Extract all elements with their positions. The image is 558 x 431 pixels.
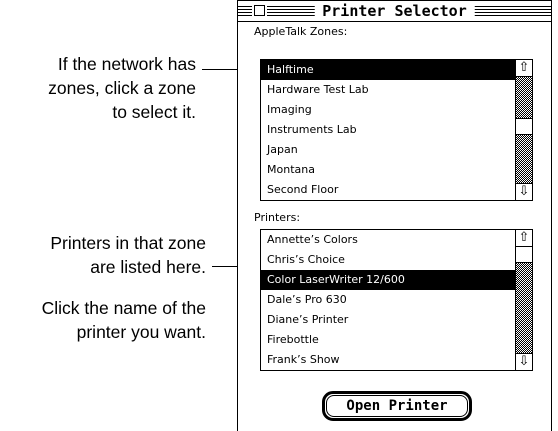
- zone-item-halftime[interactable]: Halftime: [261, 60, 515, 80]
- open-printer-label: Open Printer: [346, 398, 448, 414]
- callout-line: If the network has: [57, 54, 196, 74]
- zone-item[interactable]: Japan: [261, 140, 515, 160]
- zones-label: AppleTalk Zones:: [254, 25, 348, 38]
- callout-line: are listed here.: [90, 257, 206, 277]
- printer-item[interactable]: Annette’s Colors: [261, 230, 515, 250]
- printer-selector-window: Printer Selector AppleTalk Zones: Halfti…: [237, 0, 552, 431]
- title-bar[interactable]: Printer Selector: [238, 1, 551, 22]
- zone-item[interactable]: Hardware Test Lab: [261, 80, 515, 100]
- printers-list-items: Annette’s Colors Chris’s Choice Color La…: [261, 230, 515, 370]
- printer-item[interactable]: Dale’s Pro 630: [261, 290, 515, 310]
- zone-item[interactable]: Second Floor: [261, 180, 515, 200]
- printer-item[interactable]: Frank’s Show: [261, 350, 515, 370]
- callout-line: zones, click a zone: [48, 78, 196, 98]
- scroll-up-arrow-icon[interactable]: ⇧: [516, 60, 532, 77]
- window-title: Printer Selector: [314, 2, 475, 20]
- zone-item[interactable]: Montana: [261, 160, 515, 180]
- printer-item-selected[interactable]: Color LaserWriter 12/600: [261, 270, 515, 290]
- zones-scrollbar[interactable]: ⇧ ⇩: [515, 60, 532, 200]
- printers-scrollbar[interactable]: ⇧ ⇩: [515, 230, 532, 370]
- zones-list[interactable]: Halftime Hardware Test Lab Imaging Instr…: [260, 59, 533, 201]
- callout-line: Click the name of the: [41, 298, 206, 318]
- zones-list-items: Halftime Hardware Test Lab Imaging Instr…: [261, 60, 515, 200]
- printers-label: Printers:: [254, 211, 301, 224]
- printer-item[interactable]: Chris’s Choice: [261, 250, 515, 270]
- scroll-up-arrow-icon[interactable]: ⇧: [516, 230, 532, 247]
- scroll-down-arrow-icon[interactable]: ⇩: [516, 183, 532, 200]
- callout-line: printer you want.: [76, 322, 206, 342]
- printer-item[interactable]: Firebottle: [261, 330, 515, 350]
- click-name-callout: Click the name of the printer you want.: [0, 296, 206, 344]
- callout-line: to select it.: [112, 102, 196, 122]
- zones-callout: If the network has zones, click a zone t…: [0, 52, 196, 124]
- printers-in-zone-callout: Printers in that zone are listed here.: [0, 231, 206, 279]
- zone-item[interactable]: Instruments Lab: [261, 120, 515, 140]
- printers-list[interactable]: Annette’s Colors Chris’s Choice Color La…: [260, 229, 533, 371]
- zone-item[interactable]: Imaging: [261, 100, 515, 120]
- printers-scroll-thumb[interactable]: [516, 246, 532, 263]
- printer-item[interactable]: Diane’s Printer: [261, 310, 515, 330]
- open-printer-button[interactable]: Open Printer: [322, 391, 472, 421]
- close-box-icon[interactable]: [254, 5, 265, 16]
- zones-scroll-thumb[interactable]: [516, 118, 532, 135]
- callout-line: Printers in that zone: [50, 233, 206, 253]
- scroll-down-arrow-icon[interactable]: ⇩: [516, 353, 532, 370]
